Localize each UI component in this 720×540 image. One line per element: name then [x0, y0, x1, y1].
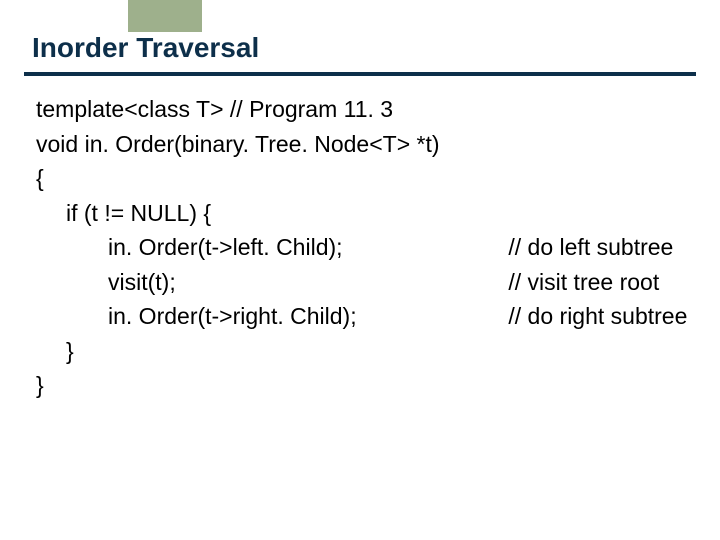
code-text: } — [36, 334, 74, 369]
code-text: if (t != NULL) { — [36, 196, 211, 231]
code-line: template<class T> // Program 11. 3 — [36, 92, 684, 127]
slide: Inorder Traversal template<class T> // P… — [0, 0, 720, 540]
code-line: if (t != NULL) { — [36, 196, 684, 231]
decorative-block — [128, 0, 202, 32]
code-body: template<class T> // Program 11. 3 void … — [36, 92, 684, 403]
code-line: in. Order(t->left. Child); // do left su… — [36, 230, 684, 265]
title-divider — [24, 72, 696, 76]
code-comment: // visit tree root — [508, 265, 659, 300]
slide-title: Inorder Traversal — [32, 32, 259, 64]
code-line: in. Order(t->right. Child); // do right … — [36, 299, 684, 334]
code-line: void in. Order(binary. Tree. Node<T> *t) — [36, 127, 684, 162]
code-text: template<class T> // Program 11. 3 — [36, 92, 393, 127]
code-text: } — [36, 368, 44, 403]
code-comment: // do left subtree — [508, 230, 673, 265]
code-text: { — [36, 161, 44, 196]
code-line: } — [36, 368, 684, 403]
code-line: } — [36, 334, 684, 369]
code-line: visit(t); // visit tree root — [36, 265, 684, 300]
code-text: void in. Order(binary. Tree. Node<T> *t) — [36, 127, 440, 162]
code-comment: // do right subtree — [508, 299, 687, 334]
code-text: visit(t); — [36, 265, 502, 300]
code-text: in. Order(t->left. Child); — [36, 230, 502, 265]
code-text: in. Order(t->right. Child); — [36, 299, 502, 334]
code-line: { — [36, 161, 684, 196]
